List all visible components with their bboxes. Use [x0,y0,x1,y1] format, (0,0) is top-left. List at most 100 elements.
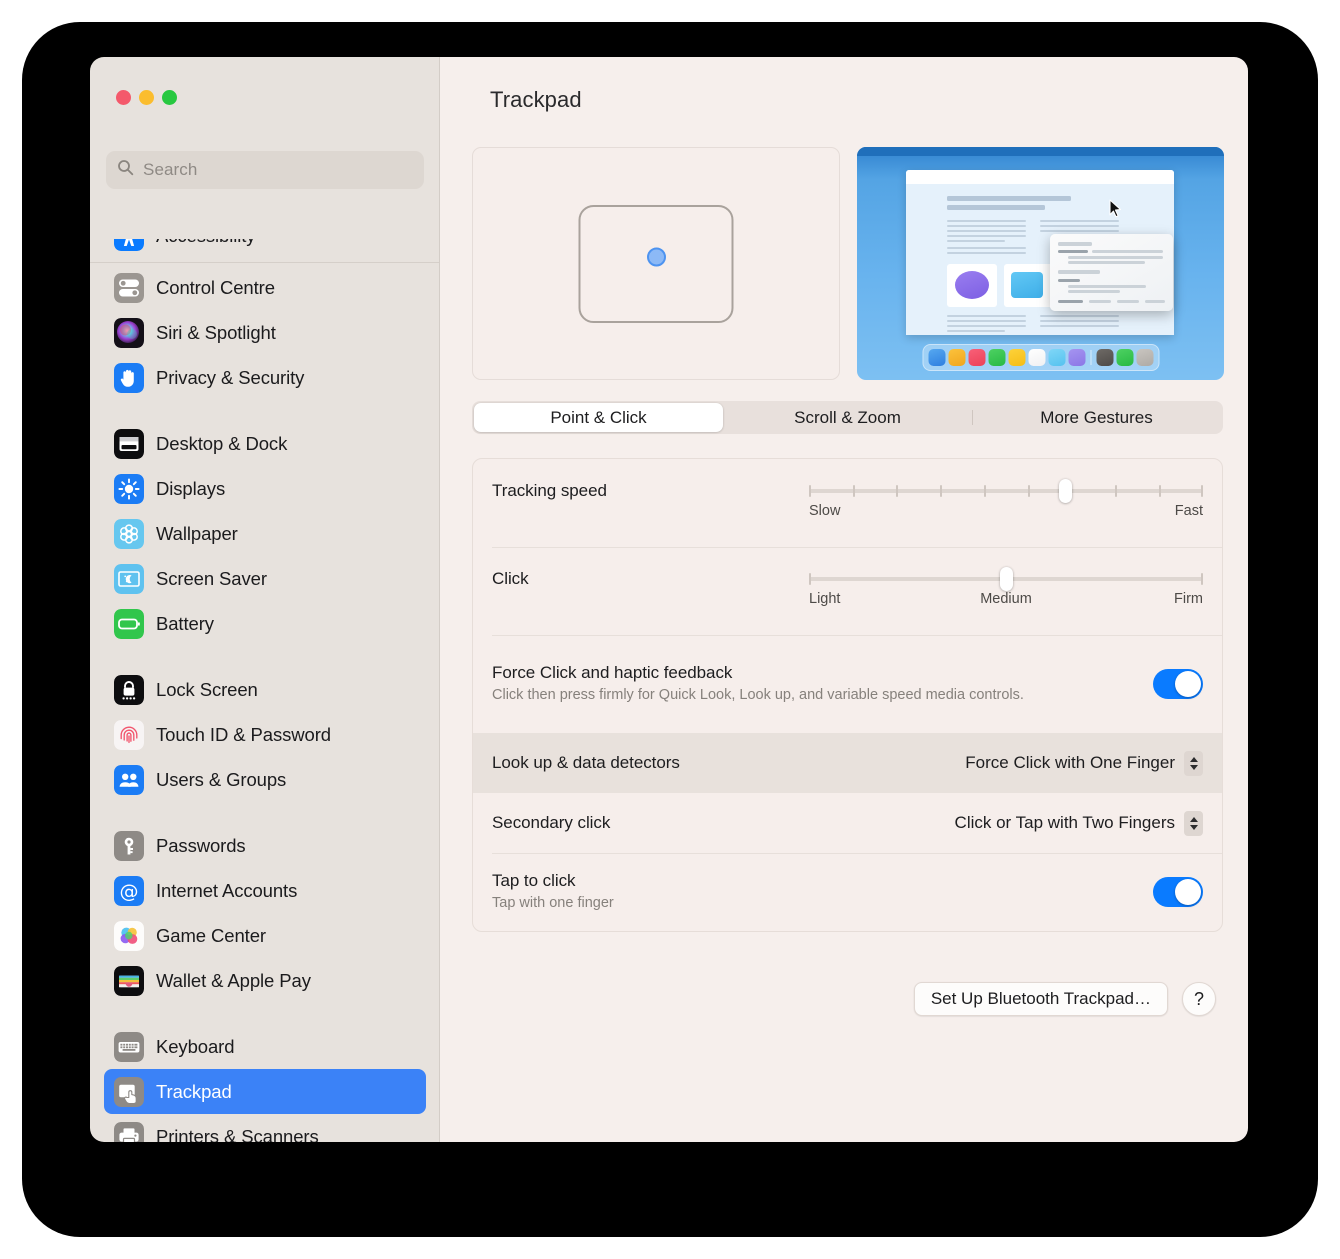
slider-track[interactable] [809,567,1203,591]
sidebar-item-displays[interactable]: Displays [104,466,426,511]
sidebar-item-desktop-dock[interactable]: Desktop & Dock [104,421,426,466]
toggle-knob [1175,671,1201,697]
chevron-updown-icon [1184,810,1203,836]
setting-label: Tracking speed [492,481,607,500]
sidebar-item-trackpad[interactable]: Trackpad [104,1069,426,1114]
secondary-click-popup-button[interactable]: Click or Tap with Two Fingers [955,810,1203,836]
sidebar-item-control-centre[interactable]: Control Centre [104,265,426,310]
close-button[interactable] [116,90,131,105]
sidebar-item-lock-screen[interactable]: Lock Screen [104,667,426,712]
look-up-popup-button[interactable]: Force Click with One Finger [965,750,1203,776]
dock-icon [968,349,985,366]
system-settings-window: Accessibility [90,57,1248,1142]
sidebar-group-4: Passwords @ Internet Accounts Game Cente… [104,823,426,1003]
lock-screen-icon [114,674,144,705]
wallet-apple-pay-icon [114,965,144,996]
sidebar-item-label: Control Centre [156,276,275,298]
sidebar-group-divider [104,1003,426,1024]
tab-label: Scroll & Zoom [794,407,901,427]
finger-position-dot [646,247,666,267]
zoom-button[interactable] [162,90,177,105]
tap-to-click-toggle[interactable] [1153,877,1203,907]
setting-tap-to-click: Tap to click Tap with one finger [473,853,1222,931]
sidebar-item-passwords[interactable]: Passwords [104,823,426,868]
screenshot-root: Accessibility [0,0,1340,1259]
setting-sublabel: Click then press firmly for Quick Look, … [492,686,1024,703]
click-slider[interactable]: Light Medium Firm [809,567,1203,609]
dock-icon [1136,349,1153,366]
slider-max-label: Fast [1174,503,1203,519]
popup-value: Force Click with One Finger [965,753,1175,772]
slider-mid-label: Medium [980,591,1032,607]
wallpaper-icon [114,518,144,549]
displays-icon [114,473,144,504]
setting-label: Force Click and haptic feedback [492,662,733,682]
gesture-tabs: Point & Click Scroll & Zoom More Gesture… [472,401,1223,434]
slider-min-label: Slow [809,503,841,519]
minimize-button[interactable] [139,90,154,105]
sidebar-item-battery[interactable]: Battery [104,601,426,646]
sidebar-item-label: Privacy & Security [156,366,305,388]
setting-force-click: Force Click and haptic feedback Click th… [473,635,1222,733]
footer-actions: Set Up Bluetooth Trackpad… ? [913,982,1216,1016]
search-field[interactable]: Search [106,151,424,189]
dock-icon [1008,349,1025,366]
tracking-speed-slider[interactable]: Slow Fast [809,479,1203,521]
sidebar-item-label: Users & Groups [156,768,287,790]
sidebar-item-label: Lock Screen [156,678,258,700]
sidebar-item-label: Screen Saver [156,567,267,589]
slider-min-label: Light [809,591,841,607]
setting-label: Secondary click [492,813,611,832]
search-input[interactable]: Search [143,160,197,180]
sidebar-item-users-groups[interactable]: Users & Groups [104,757,426,802]
sidebar-item-label: Keyboard [156,1035,235,1057]
setting-sublabel: Tap with one finger [492,894,614,911]
dock-icon [1028,349,1045,366]
setting-look-up-data-detectors[interactable]: Look up & data detectors Force Click wit… [473,733,1222,793]
sidebar-item-label: Wallpaper [156,522,238,544]
sidebar-group-5: Keyboard Trackpad Printers & Scanners [104,1024,426,1142]
slider-thumb[interactable] [1058,479,1072,503]
privacy-security-icon [114,362,144,393]
chevron-updown-icon [1184,750,1203,776]
sidebar-item-label: Displays [156,477,226,499]
page-title: Trackpad [490,87,582,112]
sidebar-item-privacy-security[interactable]: Privacy & Security [104,355,426,400]
slider-thumb[interactable] [999,567,1013,591]
sidebar-item-printers-scanners[interactable]: Printers & Scanners [104,1114,426,1142]
tab-scroll-and-zoom[interactable]: Scroll & Zoom [723,403,972,432]
sidebar-item-wallet-apple-pay[interactable]: Wallet & Apple Pay [104,958,426,1003]
users-groups-icon [114,764,144,795]
tab-point-and-click[interactable]: Point & Click [474,403,723,432]
sidebar-item-wallpaper[interactable]: Wallpaper [104,511,426,556]
sidebar-item-label: Accessibility [156,239,256,247]
sidebar: Accessibility [90,57,440,1142]
look-up-popover [1050,234,1173,311]
window-traffic-lights [116,90,177,105]
force-click-demo-video[interactable] [857,147,1224,380]
sidebar-group-divider [104,802,426,823]
slider-track[interactable] [809,479,1203,503]
dock-icon [1048,349,1065,366]
sidebar-item-game-center[interactable]: Game Center [104,913,426,958]
help-button[interactable]: ? [1182,982,1216,1016]
svg-text:@: @ [120,880,139,902]
set-up-bluetooth-trackpad-button[interactable]: Set Up Bluetooth Trackpad… [913,982,1168,1016]
tab-label: More Gestures [1040,407,1153,427]
sidebar-item-touch-id[interactable]: Touch ID & Password [104,712,426,757]
setting-click: Click Light Medium Firm [473,547,1222,635]
sidebar-item-label: Siri & Spotlight [156,321,276,343]
sidebar-group-divider [104,400,426,421]
trackpad-outline [578,204,734,323]
preview-row [472,147,1224,380]
force-click-toggle[interactable] [1153,669,1203,699]
tab-more-gestures[interactable]: More Gestures [972,403,1221,432]
sidebar-item-internet-accounts[interactable]: @ Internet Accounts [104,868,426,913]
main-content: Trackpad Point & Click Scroll & Zoom Mor… [440,57,1248,1142]
setting-secondary-click[interactable]: Secondary click Click or Tap with Two Fi… [473,793,1222,853]
sidebar-item-siri-spotlight[interactable]: Siri & Spotlight [104,310,426,355]
keyboard-icon [114,1031,144,1062]
sidebar-item-keyboard[interactable]: Keyboard [104,1024,426,1069]
sidebar-item-screen-saver[interactable]: Screen Saver [104,556,426,601]
sidebar-scroll-rule [90,262,439,263]
